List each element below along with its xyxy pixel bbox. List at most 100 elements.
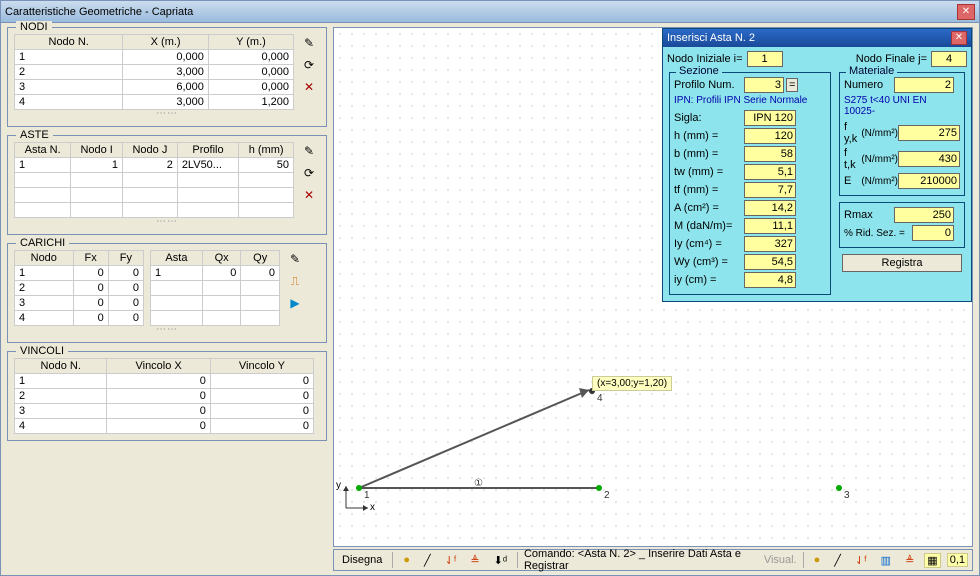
rmax-input[interactable] (894, 207, 954, 223)
materiale-group: Materiale Numero S275 t<40 UNI EN 10025-… (839, 72, 965, 196)
run-icon[interactable]: ▶ (286, 294, 304, 312)
sezione-group: Sezione Profilo Num. = IPN: Profili IPN … (669, 72, 831, 295)
group-vincoli: VINCOLI Nodo N.Vincolo XVincolo Y 100 20… (7, 351, 327, 441)
rmax-group: Rmax % Rid. Sez. = (839, 202, 965, 248)
point-icon[interactable]: ● (810, 554, 825, 566)
table-nodi[interactable]: Nodo N.X (m.)Y (m.) 10,0000,000 23,0000,… (14, 34, 294, 110)
refresh-icon[interactable]: ⟳ (300, 164, 318, 182)
table-row: 43,0001,200 (15, 95, 294, 110)
table-row (15, 173, 294, 188)
ruler-icon[interactable]: ▥ (877, 554, 895, 567)
resize-grip[interactable]: ⋯⋯ (14, 112, 320, 120)
table-row: 10,0000,000 (15, 50, 294, 65)
group-title-aste: ASTE (16, 129, 53, 141)
materiale-note: S275 t<40 UNI EN 10025- (844, 95, 960, 117)
delete-icon[interactable]: ✕ (300, 78, 318, 96)
node-label: 2 (604, 490, 610, 501)
sezione-field[interactable] (744, 128, 796, 144)
close-icon[interactable]: ✕ (957, 4, 975, 20)
line-icon[interactable]: ╱ (420, 554, 435, 567)
equals-icon[interactable]: = (786, 78, 798, 92)
align-icon[interactable]: ⇃ᶠ (851, 554, 871, 567)
sezione-field[interactable] (744, 110, 796, 126)
sezione-field[interactable] (744, 200, 796, 216)
visual-label: Visual. (764, 554, 797, 566)
node-label: 3 (844, 490, 850, 501)
table-carichi-nodi[interactable]: NodoFxFy 100 200 300 400 (14, 250, 144, 326)
sezione-field[interactable] (744, 182, 796, 198)
edit-icon[interactable]: ✎ (286, 250, 304, 268)
materiale-num-input[interactable] (894, 77, 954, 93)
refresh-icon[interactable]: ⟳ (300, 56, 318, 74)
command-text: Comando: <Asta N. 2> _ Inserire Dati Ast… (524, 548, 758, 572)
node-label: 1 (364, 490, 370, 501)
group-title-nodi: NODI (16, 21, 52, 33)
profilo-note: IPN: Profili IPN Serie Normale (674, 95, 826, 106)
table-row: 1122LV50...50 (15, 158, 294, 173)
registra-button[interactable]: Registra (842, 254, 962, 272)
resize-grip[interactable]: ⋯⋯ (14, 220, 320, 228)
window-title: Caratteristiche Geometriche - Capriata (5, 6, 193, 18)
materiale-field[interactable] (898, 125, 960, 141)
statusbar: Disegna ● ╱ ⇃ᶠ ≜ ⬇ᵈ Comando: <Asta N. 2>… (333, 549, 973, 571)
close-icon[interactable]: ✕ (951, 31, 967, 45)
load-icon[interactable]: ⬇ᵈ (490, 554, 511, 567)
sezione-field[interactable] (744, 218, 796, 234)
nodo-iniziale-input[interactable] (747, 51, 783, 67)
group-nodi: NODI Nodo N.X (m.)Y (m.) 10,0000,000 23,… (7, 27, 327, 127)
materiale-num-label: Numero (844, 79, 894, 91)
left-column: NODI Nodo N.X (m.)Y (m.) 10,0000,000 23,… (7, 27, 327, 547)
materiale-field[interactable] (898, 173, 960, 189)
edit-icon[interactable]: ✎ (300, 34, 318, 52)
coord-tooltip: (x=3,00;y=1,20) (592, 376, 672, 391)
main-window: Caratteristiche Geometriche - Capriata ✕… (0, 0, 980, 576)
panel-titlebar: Inserisci Asta N. 2 ✕ (663, 29, 971, 47)
profilo-input[interactable] (744, 77, 784, 93)
node-marker[interactable] (836, 485, 842, 491)
rmax-label: Rmax (844, 209, 894, 221)
node-label: 4 (597, 393, 603, 404)
line-icon[interactable]: ╱ (830, 554, 845, 567)
resize-grip[interactable]: ⋯⋯ (14, 328, 320, 336)
sezione-field[interactable] (744, 146, 796, 162)
support-icon[interactable]: ≜ (466, 554, 483, 567)
profilo-label: Profilo Num. (674, 79, 744, 91)
table-aste[interactable]: Asta N.Nodo INodo JProfiloh (mm) 1122LV5… (14, 142, 294, 218)
table-row: 23,0000,000 (15, 65, 294, 80)
table-vincoli[interactable]: Nodo N.Vincolo XVincolo Y 100 200 300 40… (14, 358, 314, 434)
group-title-vincoli: VINCOLI (16, 345, 68, 357)
table-row (15, 188, 294, 203)
sezione-field[interactable] (744, 236, 796, 252)
rid-label: % Rid. Sez. = (844, 228, 912, 239)
group-carichi: CARICHI NodoFxFy 100 200 300 400 AstaQxQ… (7, 243, 327, 343)
table-carichi-aste[interactable]: AstaQxQy 100 (150, 250, 280, 326)
axis-x-label: x (370, 502, 375, 513)
insert-asta-panel: Inserisci Asta N. 2 ✕ Nodo Iniziale i= N… (662, 28, 972, 302)
nodo-finale-label: Nodo Finale j= (856, 53, 927, 65)
support-icon[interactable]: ≜ (901, 554, 918, 567)
disegna-button[interactable]: Disegna (338, 554, 386, 566)
nodo-finale-input[interactable] (931, 51, 967, 67)
zoom-value[interactable]: 0,1 (947, 553, 968, 567)
table-row: 36,0000,000 (15, 80, 294, 95)
sezione-field[interactable] (744, 254, 796, 270)
rid-input[interactable] (912, 225, 954, 241)
align-icon[interactable]: ⇃ᶠ (441, 554, 461, 567)
drawing-canvas[interactable]: 1 2 3 4 ① (x=3,00;y=1,20) x y Inserisci … (333, 27, 973, 547)
group-title-carichi: CARICHI (16, 237, 69, 249)
axis-y-label: y (336, 480, 341, 491)
chart-icon[interactable]: ⎍ (286, 272, 304, 290)
beam-label: ① (474, 478, 483, 489)
grid-icon[interactable]: ▦ (924, 553, 940, 568)
nodo-iniziale-label: Nodo Iniziale i= (667, 53, 743, 65)
sezione-field[interactable] (744, 164, 796, 180)
edit-icon[interactable]: ✎ (300, 142, 318, 160)
materiale-field[interactable] (898, 151, 960, 167)
node-marker[interactable] (356, 485, 362, 491)
point-icon[interactable]: ● (399, 554, 414, 566)
sezione-field[interactable] (744, 272, 796, 288)
titlebar: Caratteristiche Geometriche - Capriata ✕ (1, 1, 979, 23)
delete-icon[interactable]: ✕ (300, 186, 318, 204)
panel-title-text: Inserisci Asta N. 2 (667, 32, 755, 44)
node-marker[interactable] (596, 485, 602, 491)
